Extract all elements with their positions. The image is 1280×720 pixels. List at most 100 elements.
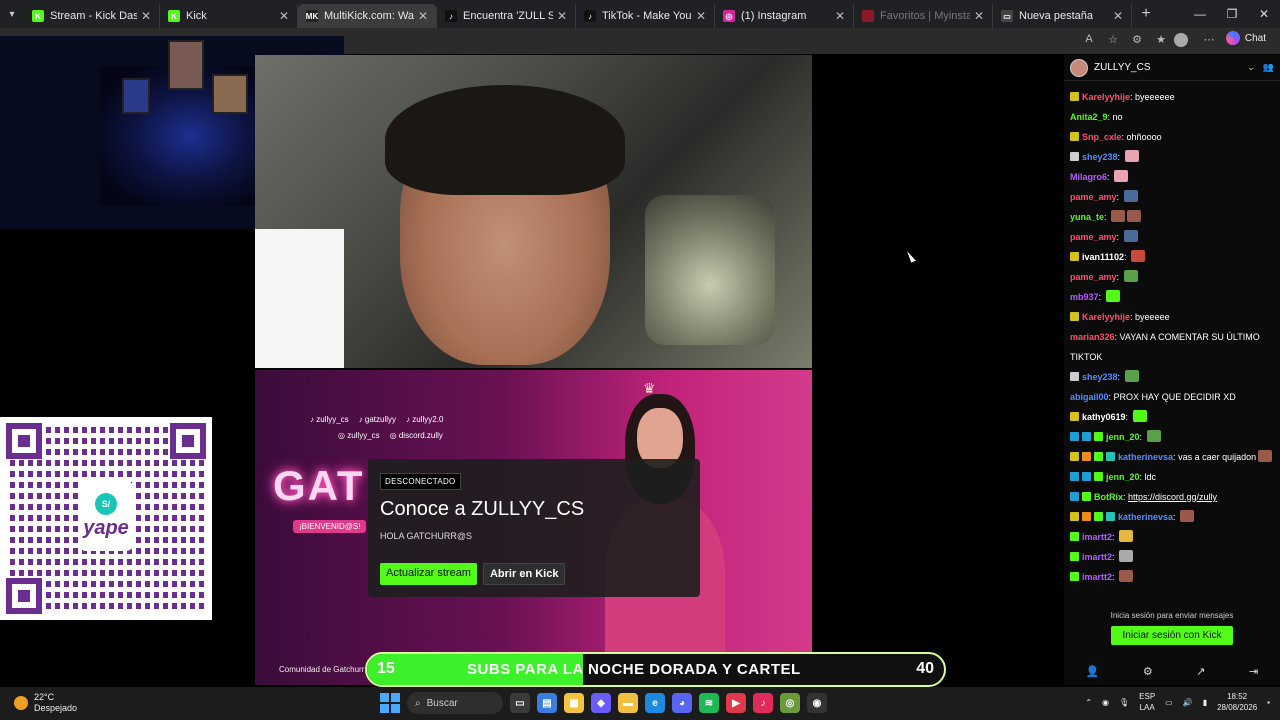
chat-username[interactable]: Anita2_9 xyxy=(1070,112,1108,122)
chat-username[interactable]: Karelyyhije xyxy=(1082,312,1130,322)
browser-tab[interactable]: Favoritos | Myinstants ✕ xyxy=(854,4,993,28)
badge-icon xyxy=(1070,532,1079,541)
browser-tab[interactable]: MK MultiKick.com: Watch M ✕ xyxy=(298,4,437,28)
store-app-icon[interactable]: ▦ xyxy=(564,693,584,713)
chat-username[interactable]: jenn_20 xyxy=(1106,432,1140,442)
profile-avatar[interactable] xyxy=(1174,33,1188,47)
new-tab-button[interactable]: + xyxy=(1132,5,1160,23)
volume-icon[interactable]: 🔊 xyxy=(1183,698,1193,707)
display-icon[interactable]: ▭ xyxy=(1165,698,1173,707)
channel-name[interactable]: ZULLYY_CS xyxy=(1094,62,1239,73)
chrome-app-icon[interactable]: ◎ xyxy=(780,693,800,713)
browser-tab[interactable]: ▭ Nueva pestaña ✕ xyxy=(993,4,1132,28)
open-in-kick-button[interactable]: Abrir en Kick xyxy=(482,563,566,585)
read-aloud-icon[interactable]: A xyxy=(1080,33,1098,49)
tab-close-icon[interactable]: ✕ xyxy=(141,9,151,23)
chat-username[interactable]: kathy0619 xyxy=(1082,412,1126,422)
chat-username[interactable]: abigail00 xyxy=(1070,392,1109,402)
popout-icon[interactable]: ↗ xyxy=(1196,665,1205,678)
edge-app-icon[interactable]: e xyxy=(645,693,665,713)
network-icon[interactable]: ◉ xyxy=(1102,698,1109,707)
chat-username[interactable]: BotRix xyxy=(1094,492,1123,502)
chat-message: jenn_20: xyxy=(1070,427,1274,447)
settings-gear-icon[interactable]: ⚙ xyxy=(1143,665,1153,678)
battery-icon[interactable]: ▮ xyxy=(1203,698,1207,707)
chat-text: vas a caer quijadon xyxy=(1178,452,1257,462)
browser-tab[interactable]: K Stream - Kick Dashboard ✕ xyxy=(24,4,160,28)
chat-username[interactable]: pame_amy xyxy=(1070,272,1117,282)
chat-username[interactable]: imartt2 xyxy=(1082,572,1112,582)
taskbar-search[interactable]: ⌕ Buscar xyxy=(407,692,503,714)
minimize-button[interactable]: — xyxy=(1184,7,1216,21)
chevron-down-icon[interactable]: ⌄ xyxy=(1247,62,1255,73)
discord-app-icon[interactable]: ◕ xyxy=(672,693,692,713)
tab-close-icon[interactable]: ✕ xyxy=(835,9,845,23)
chat-text: ldc xyxy=(1144,472,1157,482)
tab-close-icon[interactable]: ✕ xyxy=(696,9,706,23)
chat-username[interactable]: Karelyyhije xyxy=(1082,92,1130,102)
extensions-icon[interactable]: ⚙ xyxy=(1128,33,1146,49)
exit-icon[interactable]: ⇥ xyxy=(1249,665,1258,678)
chat-username[interactable]: jenn_20 xyxy=(1106,472,1140,482)
chat-username[interactable]: Snp_cxle xyxy=(1082,132,1122,142)
browser-tab[interactable]: ◎ (1) Instagram ✕ xyxy=(715,4,854,28)
clock[interactable]: 18:52 28/08/2026 xyxy=(1217,691,1257,713)
temperature: 22°C xyxy=(34,692,55,702)
chat-username[interactable]: katherinevsa xyxy=(1118,452,1173,462)
tiktok-app-icon[interactable]: ♪ xyxy=(753,693,773,713)
add-user-icon[interactable]: 👤 xyxy=(1086,665,1100,678)
maximize-button[interactable]: ❐ xyxy=(1216,7,1248,21)
app-red-app-icon[interactable]: ▶ xyxy=(726,693,746,713)
favorite-star-icon[interactable]: ☆ xyxy=(1104,33,1122,49)
chat-link[interactable]: https://discord.gg/zully xyxy=(1128,492,1217,502)
chat-username[interactable]: shey238 xyxy=(1082,372,1118,382)
chat-username[interactable]: Milagro6 xyxy=(1070,172,1107,182)
notification-icon[interactable]: ▪ xyxy=(1267,698,1270,707)
tab-strip: K Stream - Kick Dashboard ✕ K Kick ✕ MK MultiKi… xyxy=(24,0,1132,28)
explorer-app-icon[interactable]: ▬ xyxy=(618,693,638,713)
spotify-app-icon[interactable]: ≋ xyxy=(699,693,719,713)
tab-title: MultiKick.com: Watch M xyxy=(324,10,414,22)
browser-tab[interactable]: K Kick ✕ xyxy=(160,4,298,28)
kick-login-button[interactable]: Iniciar sesión con Kick xyxy=(1110,626,1234,645)
users-icon[interactable]: 👥 xyxy=(1263,62,1274,73)
tab-close-icon[interactable]: ✕ xyxy=(418,9,428,23)
copilot-chat-button[interactable]: Chat xyxy=(1225,31,1266,45)
emote-icon xyxy=(1119,530,1134,542)
tab-close-icon[interactable]: ✕ xyxy=(974,9,984,23)
mic-icon[interactable]: 🎙 xyxy=(1119,698,1129,707)
chat-username[interactable]: imartt2 xyxy=(1082,552,1112,562)
task-view-app-icon[interactable]: ▭ xyxy=(510,693,530,713)
channel-avatar[interactable] xyxy=(1070,58,1088,77)
chat-username[interactable]: ivan11102 xyxy=(1082,252,1124,262)
chevron-up-icon[interactable]: ⌃ xyxy=(1085,698,1092,707)
language-indicator[interactable]: ESP LAA xyxy=(1139,691,1155,713)
copilot-app-icon[interactable]: ◆ xyxy=(591,693,611,713)
chat-username[interactable]: mb937 xyxy=(1070,292,1099,302)
chat-username[interactable]: pame_amy xyxy=(1070,192,1117,202)
chat-username[interactable]: pame_amy xyxy=(1070,232,1117,242)
chat-username[interactable]: imartt2 xyxy=(1082,532,1112,542)
tab-actions-menu-icon[interactable]: ▾ xyxy=(0,0,24,28)
more-options-icon[interactable]: ⋯ xyxy=(1200,33,1218,49)
yape-logo: S/ yape xyxy=(78,481,134,551)
notepad-app-icon[interactable]: ▤ xyxy=(537,693,557,713)
weather-widget[interactable]: 22°C Despejado xyxy=(14,692,77,714)
obs-app-icon[interactable]: ◉ xyxy=(807,693,827,713)
windows-start-icon[interactable] xyxy=(380,693,400,713)
tab-close-icon[interactable]: ✕ xyxy=(557,9,567,23)
tab-favicon-icon: ◎ xyxy=(723,10,735,22)
close-window-button[interactable]: ✕ xyxy=(1248,7,1280,21)
tab-close-icon[interactable]: ✕ xyxy=(1113,9,1123,23)
browser-tab[interactable]: ♪ TikTok - Make Your Day ✕ xyxy=(576,4,715,28)
favorites-list-icon[interactable]: ★ xyxy=(1152,33,1170,49)
refresh-stream-button[interactable]: Actualizar stream xyxy=(380,563,477,585)
chat-username[interactable]: yuna_te xyxy=(1070,212,1104,222)
browser-tab[interactable]: ♪ Encuentra 'ZULL SIDERAL' e ✕ xyxy=(437,4,576,28)
chat-username[interactable]: marian326 xyxy=(1070,332,1115,342)
tab-close-icon[interactable]: ✕ xyxy=(279,9,289,23)
chat-username[interactable]: shey238 xyxy=(1082,152,1118,162)
badge-icon xyxy=(1082,452,1091,461)
chat-username[interactable]: katherinevsa xyxy=(1118,512,1173,522)
chat-header: ZULLYY_CS ⌄ 👥 xyxy=(1064,55,1280,81)
